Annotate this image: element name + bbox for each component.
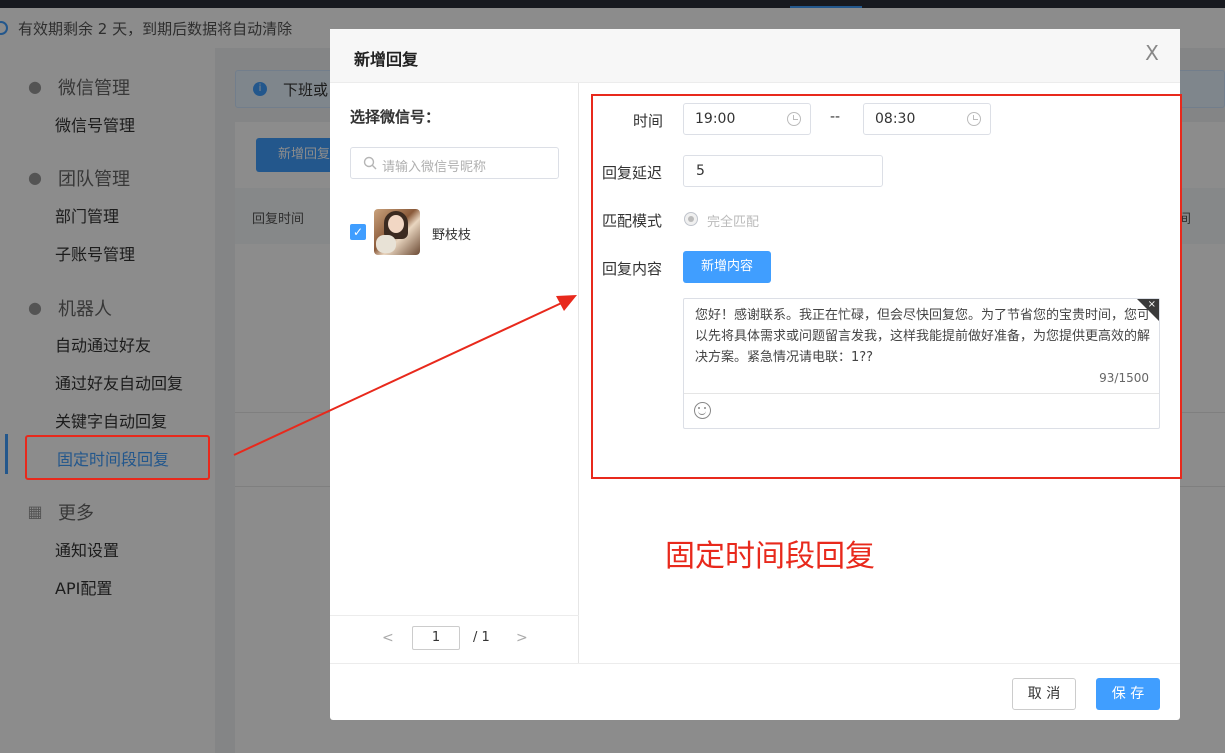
- close-icon[interactable]: X: [1142, 43, 1162, 63]
- search-icon: [363, 156, 377, 170]
- account-list-item[interactable]: ✓ 野枝枝: [350, 209, 560, 257]
- dialog-header: 新增回复 X: [330, 29, 1180, 83]
- dialog-title: 新增回复: [354, 50, 419, 69]
- chevron-left-icon[interactable]: <: [382, 630, 394, 646]
- avatar: [374, 209, 420, 255]
- save-button[interactable]: 保 存: [1096, 678, 1160, 710]
- account-name: 野枝枝: [432, 228, 472, 243]
- annotation-highlight-nav: [25, 435, 210, 480]
- account-picker-title: 选择微信号：: [350, 108, 441, 126]
- cancel-button[interactable]: 取 消: [1012, 678, 1076, 710]
- annotation-label: 固定时间段回复: [665, 539, 875, 574]
- search-placeholder: 请输入微信号昵称: [382, 160, 487, 175]
- page-number-input[interactable]: 1: [412, 626, 460, 650]
- chevron-right-icon[interactable]: >: [516, 630, 528, 646]
- checkbox-checked-icon[interactable]: ✓: [350, 224, 366, 240]
- dialog-footer: 取 消 保 存: [330, 663, 1180, 720]
- account-search-input[interactable]: 请输入微信号昵称: [350, 147, 559, 179]
- annotation-highlight-form: [591, 94, 1182, 479]
- pagination: < 1 / 1 >: [330, 615, 579, 663]
- page-total: / 1: [473, 630, 490, 645]
- account-picker: 选择微信号： 请输入微信号昵称 ✓ 野枝枝 < 1 / 1 >: [330, 83, 579, 663]
